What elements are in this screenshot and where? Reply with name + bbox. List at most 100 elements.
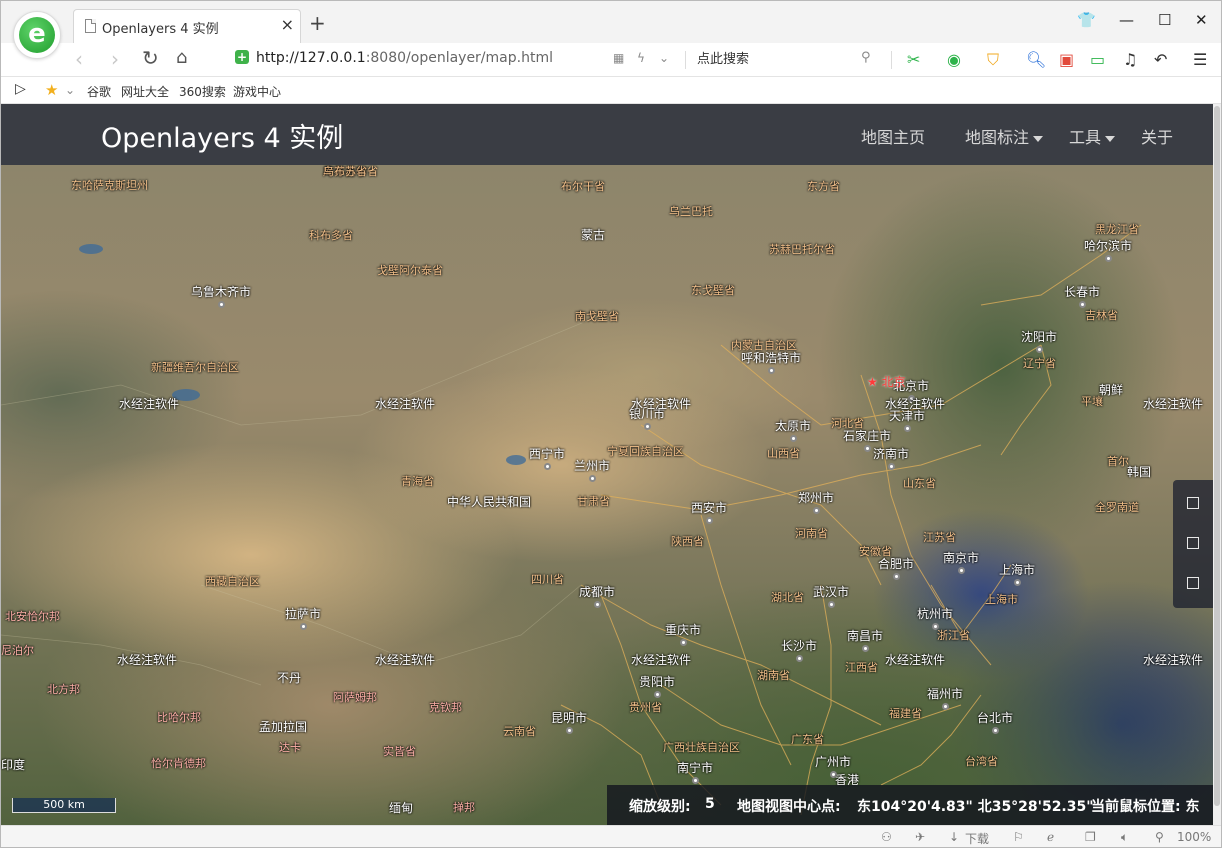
- qr-code-icon[interactable]: ▦: [613, 51, 624, 65]
- bookmark-site-directory[interactable]: 网址大全: [121, 83, 169, 100]
- map-label-region: 台湾省: [965, 755, 998, 768]
- map-label-city: 孟加拉国: [259, 720, 308, 734]
- browser-tab[interactable]: Openlayers 4 实例 ×: [73, 9, 301, 43]
- sidebar-toggle-icon[interactable]: ▷: [15, 81, 26, 97]
- undo-icon[interactable]: ↶: [1154, 50, 1167, 69]
- forward-icon[interactable]: ›: [111, 47, 119, 71]
- cursor-position-label: 当前鼠标位置: 东: [1091, 799, 1200, 815]
- map-label-region: 江苏省: [923, 531, 956, 544]
- map-label-region: 西藏自治区: [205, 575, 260, 588]
- map-label-city: 贵阳市: [639, 675, 676, 689]
- divider: [891, 51, 892, 69]
- headphones-icon[interactable]: ♫: [1123, 50, 1137, 69]
- ie-icon[interactable]: ℯ: [1047, 830, 1054, 844]
- city-marker: [706, 517, 713, 524]
- map-control-bar: [1173, 480, 1213, 608]
- battery-icon[interactable]: ▭: [1090, 50, 1105, 69]
- overview-map-button[interactable]: [1187, 537, 1199, 549]
- bookmark-google[interactable]: 谷歌: [87, 83, 111, 100]
- lightning-icon[interactable]: ϟ: [637, 51, 645, 65]
- map-label-city: 天津市: [889, 409, 926, 423]
- map-label-region: 东哈萨克斯坦州: [71, 179, 148, 192]
- reset-view-button[interactable]: [1187, 577, 1199, 589]
- map-label-city: 重庆市: [665, 623, 702, 637]
- map-label-region: 福建省: [889, 707, 922, 720]
- map-label-foreign-region: 恰尔肯德邦: [151, 757, 206, 770]
- home-icon[interactable]: ⌂: [176, 47, 187, 68]
- caret-down-icon: [1033, 135, 1044, 142]
- map-watermark: 水经注软件: [375, 397, 436, 411]
- address-bar: ‹ › ↻ ⌂ + http://127.0.0.1:8080/openlaye…: [1, 43, 1221, 77]
- nav-label: 工具: [1069, 128, 1102, 147]
- nav-tools[interactable]: 工具: [1069, 124, 1116, 148]
- bookmark-360-search[interactable]: 360搜索: [179, 83, 226, 100]
- page-scrollbar[interactable]: [1213, 104, 1221, 825]
- shield-icon[interactable]: ⛉: [987, 50, 999, 70]
- download-label[interactable]: 下载: [965, 830, 989, 847]
- maximize-icon[interactable]: ☐: [1158, 11, 1171, 29]
- map-viewport[interactable]: 乌鲁木齐市 西宁市 兰州市 银川市 呼和浩特市 太原市 石家庄市 北京市 天津市 济南市 郑州市 西安…: [1, 165, 1213, 825]
- map-label-region: 苏赫巴托尔省: [769, 243, 835, 256]
- translate-icon[interactable]: ◉: [947, 50, 961, 69]
- divider: [685, 51, 686, 69]
- nav-map-markers[interactable]: 地图标注: [965, 124, 1044, 148]
- page-header: Openlayers 4 实例 地图主页 地图标注 工具 关于: [1, 104, 1213, 165]
- map-label-city: 韩国: [1127, 465, 1152, 479]
- url-field[interactable]: http://127.0.0.1:8080/openlayer/map.html: [256, 50, 553, 66]
- new-tab-button[interactable]: +: [309, 11, 326, 35]
- browser-window: Openlayers 4 实例 × + 👕 — ☐ ✕ e ‹ › ↻ ⌂ + …: [0, 0, 1222, 848]
- magnifier-icon[interactable]: 🔍︎: [1026, 50, 1046, 69]
- apps-icon[interactable]: ▣: [1059, 50, 1074, 69]
- city-marker: [942, 703, 949, 710]
- map-label-region: 乌兰巴托: [669, 205, 713, 218]
- accelerator-icon[interactable]: ⚇: [881, 830, 892, 844]
- scale-bar: 500 km: [12, 798, 116, 813]
- reload-icon[interactable]: ↻: [142, 46, 159, 70]
- security-shield-icon[interactable]: +: [235, 50, 249, 64]
- zoom-level-value: 5: [705, 796, 715, 812]
- close-window-icon[interactable]: ✕: [1195, 11, 1208, 29]
- pin-icon[interactable]: ✈: [915, 830, 925, 844]
- map-label-region: 上海市: [985, 593, 1018, 606]
- bookmark-game-center[interactable]: 游戏中心: [233, 83, 281, 100]
- volume-icon[interactable]: 🔈︎: [1121, 830, 1128, 845]
- nav-about[interactable]: 关于: [1141, 124, 1173, 148]
- city-marker: [1036, 346, 1043, 353]
- chevron-down-icon[interactable]: ⌄: [659, 51, 669, 65]
- skin-icon[interactable]: 👕: [1077, 11, 1096, 29]
- search-input[interactable]: [697, 49, 857, 69]
- map-label-city: 中华人民共和国: [447, 495, 532, 509]
- fullscreen-button[interactable]: [1187, 497, 1199, 509]
- brand-title[interactable]: Openlayers 4 实例: [101, 116, 343, 155]
- url-path: :8080/openlayer/map.html: [365, 50, 553, 66]
- city-marker: [644, 423, 651, 430]
- map-label-region: 乌布苏省: [323, 165, 367, 178]
- city-marker: [864, 445, 871, 452]
- search-icon[interactable]: ⚲: [861, 50, 871, 65]
- menu-icon[interactable]: ☰: [1193, 50, 1207, 69]
- bookmark-bar: ▷ ★ ⌄ 谷歌 网址大全 360搜索 游戏中心: [1, 77, 1221, 104]
- map-label-city: 印度: [1, 758, 26, 772]
- zoom-icon[interactable]: ⚲: [1155, 830, 1164, 844]
- flag-icon[interactable]: ⚐: [1013, 830, 1024, 844]
- caret-down-icon: [1105, 135, 1116, 142]
- city-marker: [218, 301, 225, 308]
- back-icon[interactable]: ‹: [75, 47, 83, 71]
- window-icon[interactable]: ❐: [1085, 830, 1096, 844]
- scroll-thumb[interactable]: [1214, 106, 1220, 806]
- chevron-down-icon[interactable]: ⌄: [65, 83, 75, 97]
- map-watermark: 水经注软件: [117, 653, 178, 667]
- minimize-icon[interactable]: —: [1119, 11, 1134, 29]
- close-tab-icon[interactable]: ×: [281, 15, 294, 34]
- nav-map-home[interactable]: 地图主页: [861, 124, 925, 148]
- map-label-city: 杭州市: [917, 607, 954, 621]
- map-label-region: 山西省: [767, 447, 800, 460]
- map-label-city: 成都市: [579, 585, 616, 599]
- map-label-region: 广西壮族自治区: [663, 741, 740, 754]
- favorites-star-icon[interactable]: ★: [45, 81, 58, 99]
- scissors-icon[interactable]: ✂: [907, 50, 920, 69]
- download-icon[interactable]: ↓: [949, 830, 959, 844]
- map-label-region: 河南省: [795, 527, 828, 540]
- zoom-level[interactable]: 100%: [1177, 830, 1211, 844]
- map-label-region: 黑龙江省: [1095, 223, 1139, 236]
